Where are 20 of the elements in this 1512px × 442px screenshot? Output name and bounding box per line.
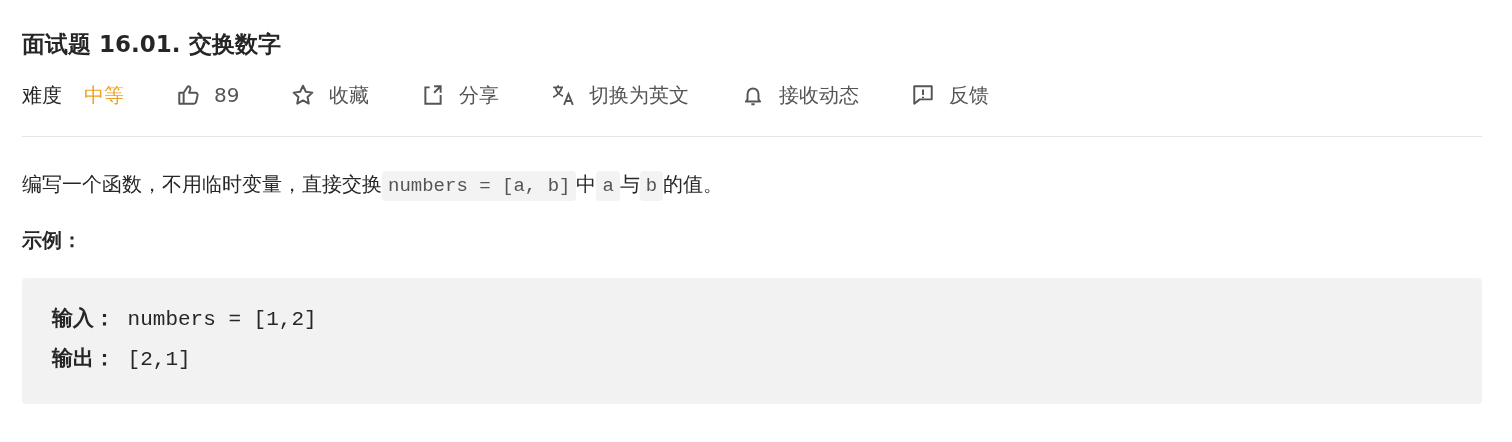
inline-code: a: [596, 171, 620, 201]
action-link[interactable]: 分享: [459, 81, 500, 109]
action-link[interactable]: 切换为英文: [589, 81, 690, 109]
thumbs-up-icon[interactable]: [176, 83, 200, 107]
example-line: 输出： [2,1]: [52, 346, 192, 373]
message-icon[interactable]: [911, 83, 936, 107]
difficulty-label: 难度: [22, 81, 62, 109]
action-link[interactable]: 接收动态: [779, 81, 860, 109]
action-link[interactable]: 89: [214, 83, 240, 107]
star-icon[interactable]: [291, 83, 316, 107]
example-heading: 示例：: [22, 227, 83, 254]
example-line: 输入： numbers = [1,2]: [52, 306, 318, 333]
translate-icon[interactable]: [551, 83, 576, 107]
problem-title: 面试题 16.01. 交换数字: [22, 30, 282, 59]
difficulty-value: 中等: [84, 81, 124, 109]
problem-description: 编写一个函数，不用临时变量，直接交换 numbers = [a, b] 中 a 与 b 的值。: [22, 167, 1482, 203]
action-link[interactable]: 反馈: [949, 81, 990, 109]
inline-code: numbers = [a, b]: [382, 171, 577, 201]
action-link[interactable]: 收藏: [329, 81, 370, 109]
inline-code: b: [639, 171, 664, 201]
